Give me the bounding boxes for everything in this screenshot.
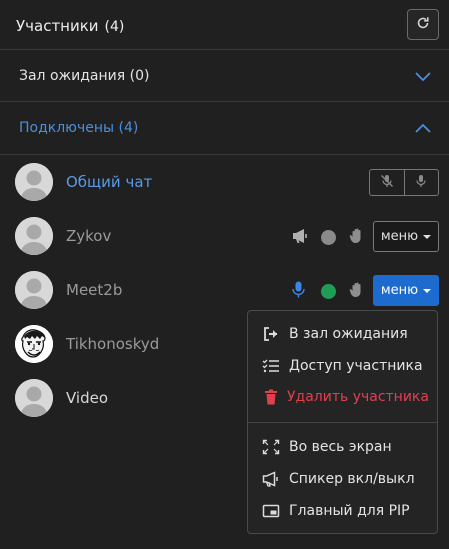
avatar: [15, 325, 53, 363]
chat-media-buttons: [369, 169, 439, 196]
participant-row-meet2b[interactable]: Meet2b меню: [0, 263, 449, 317]
avatar: [15, 271, 53, 309]
menu-item-move-to-waiting[interactable]: В зал ожидания: [248, 319, 439, 349]
microphone-icon: [414, 173, 428, 192]
sign-out-icon: [262, 326, 280, 342]
mute-all-button[interactable]: [370, 170, 405, 195]
microphone-icon[interactable]: [292, 281, 305, 299]
panel-title-label: Участники: [16, 17, 99, 35]
menu-item-label: В зал ожидания: [289, 326, 408, 342]
list-check-icon: [262, 358, 280, 374]
menu-item-fullscreen[interactable]: Во весь экран: [248, 432, 439, 462]
participant-name: Meet2b: [66, 281, 123, 299]
raise-hand-icon[interactable]: [348, 227, 366, 245]
status-indicator: [321, 284, 336, 299]
caret-down-icon: [423, 234, 432, 239]
connected-section[interactable]: Подключены (4): [0, 102, 449, 155]
participants-header: Участники (4): [0, 0, 449, 50]
caret-down-icon: [423, 288, 432, 293]
menu-item-main-for-pip[interactable]: Главный для PIP: [248, 496, 439, 526]
menu-item-remove-participant[interactable]: Удалить участника: [248, 382, 439, 412]
megaphone-icon: [262, 471, 280, 487]
menu-item-label: Удалить участника: [287, 389, 429, 405]
participant-menu-button[interactable]: меню: [373, 275, 439, 306]
microphone-slash-icon: [380, 173, 394, 192]
participant-row-zykov[interactable]: Zykov меню: [0, 209, 449, 263]
menu-item-label: Спикер вкл/выкл: [289, 471, 415, 487]
participant-row-general-chat[interactable]: Общий чат: [0, 155, 449, 209]
participant-count: (4): [104, 19, 125, 35]
menu-item-participant-access[interactable]: Доступ участника: [248, 351, 439, 381]
trash-icon: [262, 389, 280, 405]
connected-title: Подключены (4): [19, 120, 139, 136]
participant-name: Zykov: [66, 227, 112, 245]
avatar: [15, 217, 53, 255]
raise-hand-icon[interactable]: [348, 281, 366, 299]
menu-button-label: меню: [380, 283, 419, 298]
pip-icon: [262, 503, 280, 519]
waiting-room-title: Зал ожидания (0): [19, 68, 150, 84]
participant-actions-dropdown: В зал ожидания Доступ участника Удалить …: [247, 310, 438, 534]
refresh-icon: [416, 15, 430, 34]
megaphone-icon[interactable]: [291, 228, 309, 244]
menu-button-label: меню: [380, 229, 419, 244]
menu-item-label: Во весь экран: [289, 439, 392, 455]
menu-item-label: Главный для PIP: [289, 503, 410, 519]
participant-name: Video: [66, 389, 109, 407]
chevron-down-icon[interactable]: [414, 67, 432, 86]
expand-icon: [262, 439, 280, 455]
participant-name[interactable]: Общий чат: [66, 173, 152, 191]
unmute-all-button[interactable]: [405, 170, 439, 195]
menu-item-speaker-toggle[interactable]: Спикер вкл/выкл: [248, 464, 439, 494]
menu-divider: [248, 422, 437, 423]
panel-title: Участники (4): [16, 17, 124, 35]
refresh-button[interactable]: [407, 9, 439, 40]
status-indicator: [321, 230, 336, 245]
avatar: [15, 379, 53, 417]
avatar: [15, 163, 53, 201]
chevron-up-icon[interactable]: [414, 119, 432, 138]
waiting-room-section[interactable]: Зал ожидания (0): [0, 50, 449, 102]
participant-name: Tikhonoskyd: [66, 335, 160, 353]
participant-menu-button[interactable]: меню: [373, 221, 439, 252]
menu-item-label: Доступ участника: [289, 358, 423, 374]
